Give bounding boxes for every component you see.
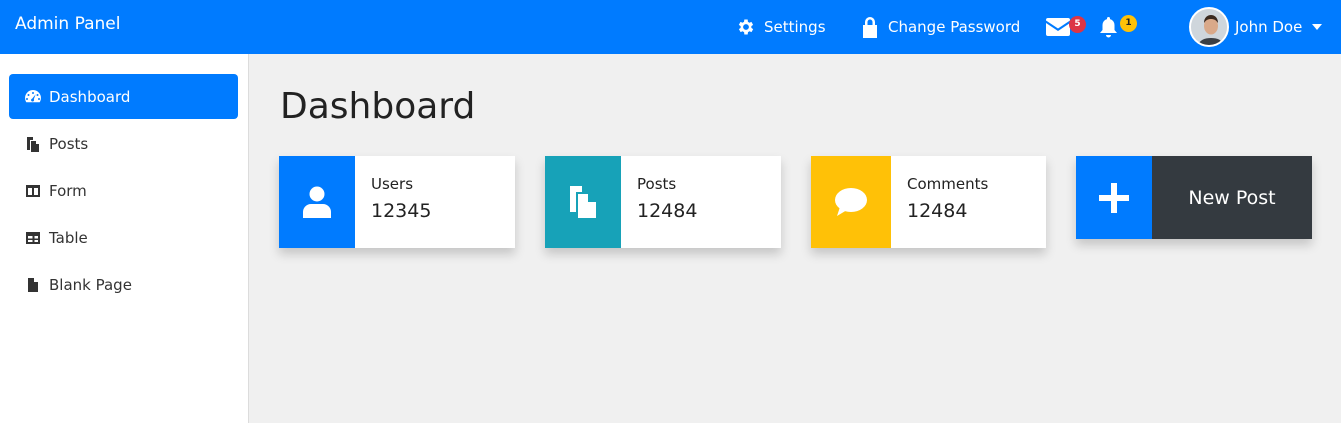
brand-link[interactable]: Admin Panel xyxy=(15,14,120,34)
user-icon xyxy=(303,186,331,218)
columns-icon xyxy=(26,184,40,197)
top-navbar: Admin Panel Settings Change Password 5 1 xyxy=(0,0,1341,54)
card-label: Comments xyxy=(907,175,989,193)
card-icon-box xyxy=(545,156,621,248)
sidebar-item-posts[interactable]: Posts xyxy=(9,121,238,166)
card-label: Posts xyxy=(637,175,677,193)
change-password-label: Change Password xyxy=(888,18,1021,36)
file-icon xyxy=(28,277,38,292)
files-icon xyxy=(570,186,596,218)
sidebar-item-label: Table xyxy=(49,228,88,247)
card-icon-box xyxy=(279,156,355,248)
stat-card-posts: Posts 12484 xyxy=(545,156,781,248)
new-post-button[interactable]: New Post xyxy=(1076,156,1312,239)
sidebar-item-blank-page[interactable]: Blank Page xyxy=(9,262,238,307)
sidebar-item-label: Form xyxy=(49,181,87,200)
bell-icon xyxy=(1100,16,1117,37)
new-post-label: New Post xyxy=(1188,186,1276,209)
card-value: 12345 xyxy=(371,200,432,222)
stat-card-users: Users 12345 xyxy=(279,156,515,248)
avatar-image xyxy=(1191,9,1227,45)
sidebar-item-table[interactable]: Table xyxy=(9,215,238,260)
settings-label: Settings xyxy=(764,18,826,36)
files-icon xyxy=(27,136,39,152)
sidebar-item-label: Dashboard xyxy=(49,87,131,106)
settings-link[interactable]: Settings xyxy=(736,0,826,54)
sidebar-item-dashboard[interactable]: Dashboard xyxy=(9,74,238,119)
card-value: 12484 xyxy=(637,200,698,222)
card-label: Users xyxy=(371,175,414,193)
notifications-badge: 1 xyxy=(1120,15,1137,32)
notifications-button[interactable] xyxy=(1099,0,1118,54)
plus-icon xyxy=(1099,182,1129,213)
messages-button[interactable] xyxy=(1046,0,1070,54)
sidebar-item-form[interactable]: Form xyxy=(9,168,238,213)
new-post-icon-box xyxy=(1076,156,1152,239)
card-value: 12484 xyxy=(907,200,968,222)
user-menu[interactable]: John Doe xyxy=(1189,0,1323,54)
comment-icon xyxy=(835,188,867,216)
sidebar-item-label: Posts xyxy=(49,134,89,153)
envelope-icon xyxy=(1046,18,1070,36)
card-icon-box xyxy=(811,156,891,248)
avatar xyxy=(1189,7,1229,47)
change-password-link[interactable]: Change Password xyxy=(860,0,1020,54)
tachometer-icon xyxy=(25,89,41,102)
caret-down-icon xyxy=(1312,24,1323,30)
gear-icon xyxy=(738,19,754,35)
page-title: Dashboard xyxy=(280,86,476,127)
sidebar-item-label: Blank Page xyxy=(49,275,132,294)
stat-card-comments: Comments 12484 xyxy=(811,156,1046,248)
messages-badge: 5 xyxy=(1069,16,1086,33)
table-icon xyxy=(26,231,40,244)
sidebar: Dashboard Posts Form Table Blank Page xyxy=(0,54,249,423)
user-name: John Doe xyxy=(1235,18,1303,36)
lock-icon xyxy=(863,17,877,38)
